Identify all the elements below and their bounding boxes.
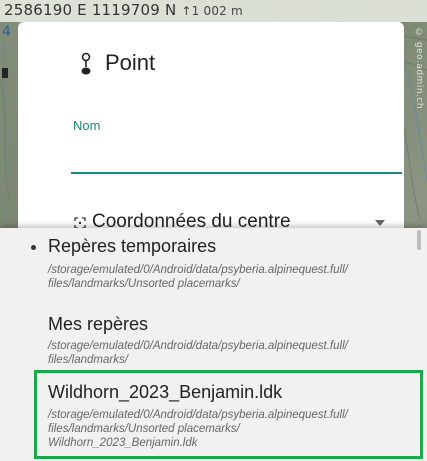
list-item-my-landmarks[interactable]: Mes repères /storage/emulated/0/Android/… [0, 308, 427, 368]
list-item-path: /storage/emulated/0/Android/data/psyberi… [48, 264, 348, 290]
name-input[interactable] [71, 138, 402, 174]
coordinate-readout: 2586190 E 1119709 N ↑1 002 m [4, 1, 243, 19]
name-field-label: Nom [73, 118, 101, 133]
list-item-path: /storage/emulated/0/Android/data/psyberi… [48, 340, 348, 366]
map-side-stripe [0, 22, 18, 242]
point-pin-icon [81, 52, 91, 75]
map-marker-icon [2, 68, 8, 78]
map-copyright: © geo.admin.ch [414, 28, 424, 110]
point-dialog: Point Nom Coordonnées du centre [18, 22, 404, 262]
coordinate-bar: 2586190 E 1119709 N ↑1 002 m [0, 0, 427, 22]
selected-bullet-icon [31, 245, 36, 250]
map-side-number: 4 [2, 24, 11, 40]
altitude-readout: ↑1 002 m [181, 4, 243, 18]
list-item-path: /storage/emulated/0/Android/data/psyberi… [48, 409, 348, 449]
list-item-title: Mes repères [48, 314, 149, 334]
dialog-title: Point [105, 50, 156, 75]
list-item-title: Repères temporaires [48, 236, 217, 256]
chevron-down-icon[interactable] [375, 220, 385, 226]
list-item-title: Wildhorn_2023_Benjamin.ldk [48, 382, 283, 402]
landmark-file-popup: Repères temporaires /storage/emulated/0/… [0, 228, 427, 461]
list-item-wildhorn-file[interactable]: Wildhorn_2023_Benjamin.ldk /storage/emul… [0, 368, 427, 459]
list-item-temporary-landmarks[interactable]: Repères temporaires /storage/emulated/0/… [0, 228, 427, 298]
